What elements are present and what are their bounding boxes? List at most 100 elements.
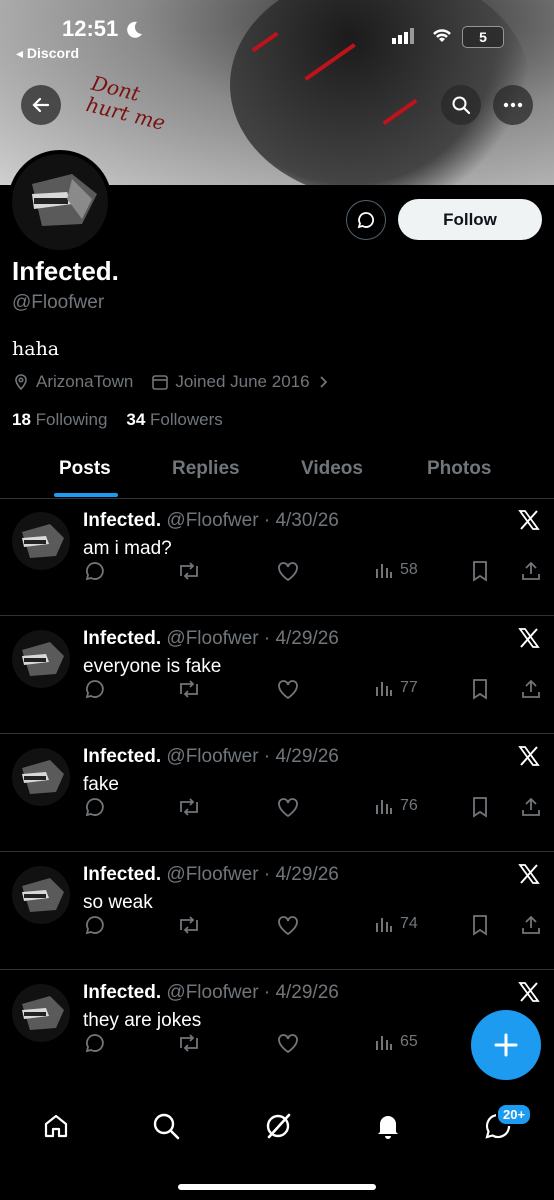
tab-videos[interactable]: Videos bbox=[301, 458, 363, 480]
nav-search[interactable] bbox=[148, 1108, 184, 1144]
post-author-name[interactable]: Infected. bbox=[83, 746, 161, 767]
bookmark-button[interactable] bbox=[470, 914, 490, 936]
post-item[interactable]: Infected. @Floofwer · 4/29/26 they are j… bbox=[0, 970, 554, 1087]
heart-icon bbox=[278, 916, 298, 936]
profile-bio: haha bbox=[12, 338, 60, 360]
post-avatar[interactable] bbox=[12, 866, 70, 924]
post-author-name[interactable]: Infected. bbox=[83, 510, 161, 531]
profile-location: ArizonaTown bbox=[36, 372, 134, 391]
reply-icon bbox=[85, 798, 104, 817]
profile-meta: ArizonaTown Joined June 2016 bbox=[12, 372, 330, 392]
reply-button[interactable] bbox=[84, 678, 106, 700]
post-item[interactable]: Infected. @Floofwer · 4/29/26 so weak 74 bbox=[0, 852, 554, 970]
home-icon bbox=[44, 1114, 68, 1138]
post-actions: 74 bbox=[84, 914, 544, 942]
compose-post-button[interactable] bbox=[471, 1010, 541, 1080]
views-count[interactable]: 76 bbox=[374, 796, 418, 816]
reply-button[interactable] bbox=[84, 560, 106, 582]
follow-counts: 18 Following 34 Followers bbox=[12, 410, 223, 430]
back-to-app-link[interactable]: ◂ Discord bbox=[16, 45, 79, 62]
post-item[interactable]: Infected. @Floofwer · 4/29/26 fake 76 bbox=[0, 734, 554, 852]
followers-link[interactable]: 34 Followers bbox=[126, 410, 222, 429]
like-button[interactable] bbox=[276, 914, 300, 936]
husky-avatar-image bbox=[12, 630, 70, 688]
bookmark-icon bbox=[473, 679, 487, 700]
post-date: · 4/29/26 bbox=[263, 982, 339, 1003]
reply-button[interactable] bbox=[84, 1032, 106, 1054]
post-avatar[interactable] bbox=[12, 984, 70, 1042]
repost-button[interactable] bbox=[176, 678, 202, 700]
post-text: am i mad? bbox=[83, 538, 172, 559]
search-icon bbox=[153, 1113, 180, 1140]
post-item[interactable]: Infected. @Floofwer · 4/30/26 am i mad? bbox=[0, 498, 554, 616]
views-count[interactable]: 77 bbox=[374, 678, 418, 698]
analytics-icon bbox=[376, 682, 392, 696]
heart-icon bbox=[278, 798, 298, 818]
nav-home[interactable] bbox=[38, 1108, 74, 1144]
bookmark-button[interactable] bbox=[470, 678, 490, 700]
share-button[interactable] bbox=[520, 796, 542, 818]
views-count[interactable]: 58 bbox=[374, 560, 418, 580]
tab-replies[interactable]: Replies bbox=[172, 458, 240, 480]
share-button[interactable] bbox=[520, 560, 542, 582]
like-button[interactable] bbox=[276, 796, 300, 818]
home-indicator bbox=[178, 1184, 376, 1190]
reply-button[interactable] bbox=[84, 796, 106, 818]
post-item[interactable]: Infected. @Floofwer · 4/29/26 everyone i… bbox=[0, 616, 554, 734]
share-icon bbox=[522, 797, 540, 816]
profile-avatar[interactable] bbox=[8, 150, 112, 254]
views-count[interactable]: 74 bbox=[374, 914, 418, 934]
heart-icon bbox=[278, 680, 298, 700]
nav-grok[interactable] bbox=[260, 1108, 296, 1144]
more-icon bbox=[503, 102, 523, 108]
post-avatar[interactable] bbox=[12, 512, 70, 570]
back-button[interactable] bbox=[21, 85, 61, 125]
following-link[interactable]: 18 Following bbox=[12, 410, 107, 429]
husky-avatar-image bbox=[12, 154, 108, 250]
analytics-icon bbox=[376, 800, 392, 814]
reply-icon bbox=[85, 680, 104, 699]
chevron-right-icon[interactable] bbox=[316, 375, 330, 389]
more-options-button[interactable] bbox=[493, 85, 533, 125]
post-avatar[interactable] bbox=[12, 630, 70, 688]
analytics-icon bbox=[376, 1036, 392, 1050]
post-actions: 76 bbox=[84, 796, 544, 824]
views-value: 77 bbox=[400, 679, 418, 696]
views-count[interactable]: 65 bbox=[374, 1032, 418, 1052]
share-button[interactable] bbox=[520, 678, 542, 700]
post-text: fake bbox=[83, 774, 119, 795]
repost-button[interactable] bbox=[176, 914, 202, 936]
post-author-name[interactable]: Infected. bbox=[83, 982, 161, 1003]
profile-tabs: Posts Replies Videos Photos bbox=[0, 450, 554, 499]
share-button[interactable] bbox=[520, 914, 542, 936]
like-button[interactable] bbox=[276, 678, 300, 700]
heart-icon bbox=[278, 562, 298, 582]
post-avatar[interactable] bbox=[12, 748, 70, 806]
post-date: · 4/29/26 bbox=[263, 746, 339, 767]
follow-button[interactable]: Follow bbox=[398, 199, 542, 240]
moon-icon bbox=[127, 21, 142, 38]
tab-photos[interactable]: Photos bbox=[427, 458, 491, 480]
nav-notifications[interactable] bbox=[370, 1108, 406, 1144]
like-button[interactable] bbox=[276, 560, 300, 582]
views-value: 58 bbox=[400, 561, 418, 578]
post-actions: 77 bbox=[84, 678, 544, 706]
tab-posts[interactable]: Posts bbox=[59, 458, 111, 480]
repost-button[interactable] bbox=[176, 796, 202, 818]
bookmark-button[interactable] bbox=[470, 560, 490, 582]
repost-icon bbox=[180, 680, 198, 698]
repost-button[interactable] bbox=[176, 1032, 202, 1054]
reply-icon bbox=[85, 916, 104, 935]
repost-icon bbox=[180, 562, 198, 580]
search-button[interactable] bbox=[441, 85, 481, 125]
message-icon bbox=[357, 212, 374, 229]
like-button[interactable] bbox=[276, 1032, 300, 1054]
post-author-name[interactable]: Infected. bbox=[83, 864, 161, 885]
views-value: 74 bbox=[400, 915, 418, 932]
husky-avatar-image bbox=[12, 984, 70, 1042]
message-button[interactable] bbox=[346, 200, 386, 240]
repost-button[interactable] bbox=[176, 560, 202, 582]
reply-button[interactable] bbox=[84, 914, 106, 936]
bookmark-button[interactable] bbox=[470, 796, 490, 818]
post-author-name[interactable]: Infected. bbox=[83, 628, 161, 649]
